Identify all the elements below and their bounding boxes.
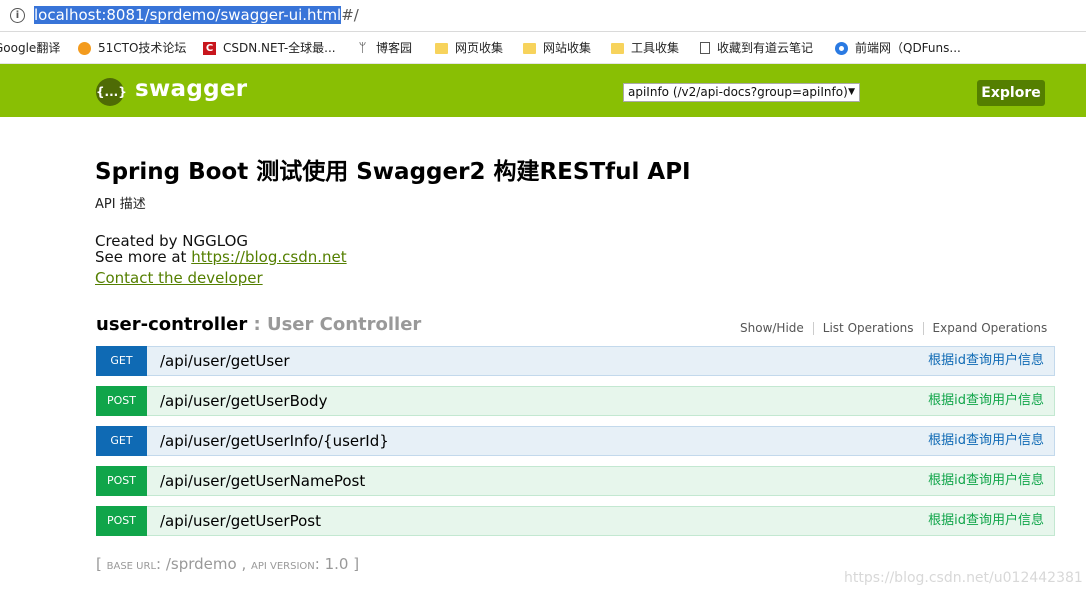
- bookmark-folder-tools[interactable]: 工具收集: [611, 40, 679, 56]
- resource-description: User Controller: [266, 314, 422, 335]
- api-spec-select[interactable]: apiInfo (/v2/api-docs?group=apiInfo) ▼: [623, 83, 860, 102]
- base-url-label: Base url: [106, 561, 157, 572]
- http-method-badge[interactable]: POST: [96, 386, 147, 416]
- footer-open: [: [96, 555, 107, 573]
- operation-path[interactable]: /api/user/getUserPost: [160, 507, 321, 535]
- api-version-value: 1.0: [324, 555, 349, 573]
- api-description: API 描述: [95, 197, 146, 212]
- bookmark-label: Google翻译: [0, 41, 61, 55]
- operation-summary[interactable]: 根据id查询用户信息: [928, 347, 1044, 375]
- bookmark-label: 网页收集: [455, 41, 504, 55]
- qd-icon: [835, 41, 848, 55]
- operation-path[interactable]: /api/user/getUserBody: [160, 387, 327, 415]
- bookmark-label: 网站收集: [543, 41, 592, 55]
- divider: [922, 322, 924, 335]
- operation-path[interactable]: /api/user/getUserInfo/{userId}: [160, 427, 389, 455]
- watermark: https://blog.csdn.net/u012442381: [844, 570, 1083, 586]
- resource-separator: :: [247, 314, 267, 335]
- resource-heading[interactable]: user-controller : User Controller: [96, 314, 421, 335]
- operation-path[interactable]: /api/user/getUserNamePost: [160, 467, 365, 495]
- bookmark-youdao[interactable]: 收藏到有道云笔记: [700, 40, 813, 56]
- http-method-badge[interactable]: GET: [96, 346, 147, 376]
- operation-row[interactable]: POST /api/user/getUserBody 根据id查询用户信息: [96, 386, 1055, 416]
- api-version-label: api version: [251, 561, 315, 572]
- bookmark-label: 前端网（QDFuns...: [855, 41, 961, 55]
- swagger-header: {...} swagger: [0, 64, 1086, 117]
- http-method-badge[interactable]: GET: [96, 426, 147, 456]
- bookmark-label: 收藏到有道云笔记: [717, 41, 814, 55]
- bookmark-google-translate[interactable]: Google翻译: [0, 40, 60, 56]
- http-method-badge[interactable]: POST: [96, 466, 147, 496]
- cto-icon: [78, 41, 91, 55]
- operation-path[interactable]: /api/user/getUser: [160, 347, 290, 375]
- bookmarks-bar: Google翻译 51CTO技术论坛 C CSDN.NET-全球最... ᛘ 博…: [0, 32, 1086, 64]
- base-url-value: /sprdemo: [165, 555, 237, 573]
- operation-summary[interactable]: 根据id查询用户信息: [928, 507, 1044, 535]
- swagger-logo-icon[interactable]: {...}: [96, 78, 127, 106]
- bookmark-label: 博客园: [376, 41, 413, 55]
- api-title: Spring Boot 测试使用 Swagger2 构建RESTful API: [95, 159, 691, 185]
- folder-icon: [435, 42, 448, 54]
- see-more-prefix: See more at: [95, 248, 192, 266]
- bookmark-label: CSDN.NET-全球最...: [223, 41, 336, 55]
- dropdown-arrow-icon: ▼: [848, 87, 855, 97]
- base-url-sep: :: [156, 555, 166, 573]
- operation-summary[interactable]: 根据id查询用户信息: [928, 467, 1044, 495]
- api-spec-select-value: apiInfo (/v2/api-docs?group=apiInfo): [628, 85, 848, 99]
- operation-row[interactable]: POST /api/user/getUserNamePost 根据id查询用户信…: [96, 466, 1055, 496]
- bookmark-label: 51CTO技术论坛: [98, 41, 187, 55]
- operation-row[interactable]: GET /api/user/getUser 根据id查询用户信息: [96, 346, 1055, 376]
- bookmark-qdfuns[interactable]: 前端网（QDFuns...: [835, 40, 961, 56]
- bookmark-folder-sites[interactable]: 网站收集: [523, 40, 591, 56]
- operation-row[interactable]: GET /api/user/getUserInfo/{userId} 根据id查…: [96, 426, 1055, 456]
- bookmark-cnblogs[interactable]: ᛘ 博客园: [356, 40, 412, 56]
- bookmark-csdn[interactable]: C CSDN.NET-全球最...: [203, 40, 336, 56]
- list-operations-link[interactable]: List Operations: [823, 321, 914, 335]
- swagger-logo-text[interactable]: swagger: [135, 76, 247, 102]
- operation-summary[interactable]: 根据id查询用户信息: [928, 387, 1044, 415]
- api-footer: [ Base url: /sprdemo , api version: 1.0 …: [96, 555, 359, 573]
- expand-operations-link[interactable]: Expand Operations: [933, 321, 1048, 335]
- resource-actions: Show/Hide List Operations Expand Operation…: [740, 321, 1047, 335]
- csdn-icon: C: [203, 41, 216, 55]
- contact-developer-link[interactable]: Contact the developer: [95, 269, 263, 287]
- show-hide-link[interactable]: Show/Hide: [740, 321, 804, 335]
- url-hash: #/: [341, 6, 359, 24]
- bookmark-label: 工具收集: [631, 41, 680, 55]
- bookmark-51cto[interactable]: 51CTO技术论坛: [78, 40, 186, 56]
- operation-summary[interactable]: 根据id查询用户信息: [928, 427, 1044, 455]
- operation-row[interactable]: POST /api/user/getUserPost 根据id查询用户信息: [96, 506, 1055, 536]
- explore-button[interactable]: Explore: [977, 80, 1045, 106]
- folder-icon: [523, 42, 536, 54]
- folder-icon: [611, 42, 624, 54]
- divider: [812, 322, 814, 335]
- resource-name[interactable]: user-controller: [96, 314, 247, 335]
- api-version-sep: :: [314, 555, 325, 573]
- blog-icon: ᛘ: [358, 40, 367, 56]
- info-icon[interactable]: i: [10, 8, 25, 23]
- bookmark-folder-web[interactable]: 网页收集: [435, 40, 503, 56]
- footer-close: ]: [348, 555, 360, 573]
- url-text[interactable]: localhost:8081/sprdemo/swagger-ui.html#/: [34, 5, 359, 25]
- url-selected: localhost:8081/sprdemo/swagger-ui.html: [34, 6, 342, 24]
- address-bar[interactable]: i localhost:8081/sprdemo/swagger-ui.html…: [0, 0, 1086, 32]
- see-more-link[interactable]: https://blog.csdn.net: [191, 248, 346, 266]
- doc-icon: [700, 42, 710, 54]
- http-method-badge[interactable]: POST: [96, 506, 147, 536]
- api-see-more: See more at https://blog.csdn.net: [95, 248, 347, 266]
- footer-comma: ,: [236, 555, 251, 573]
